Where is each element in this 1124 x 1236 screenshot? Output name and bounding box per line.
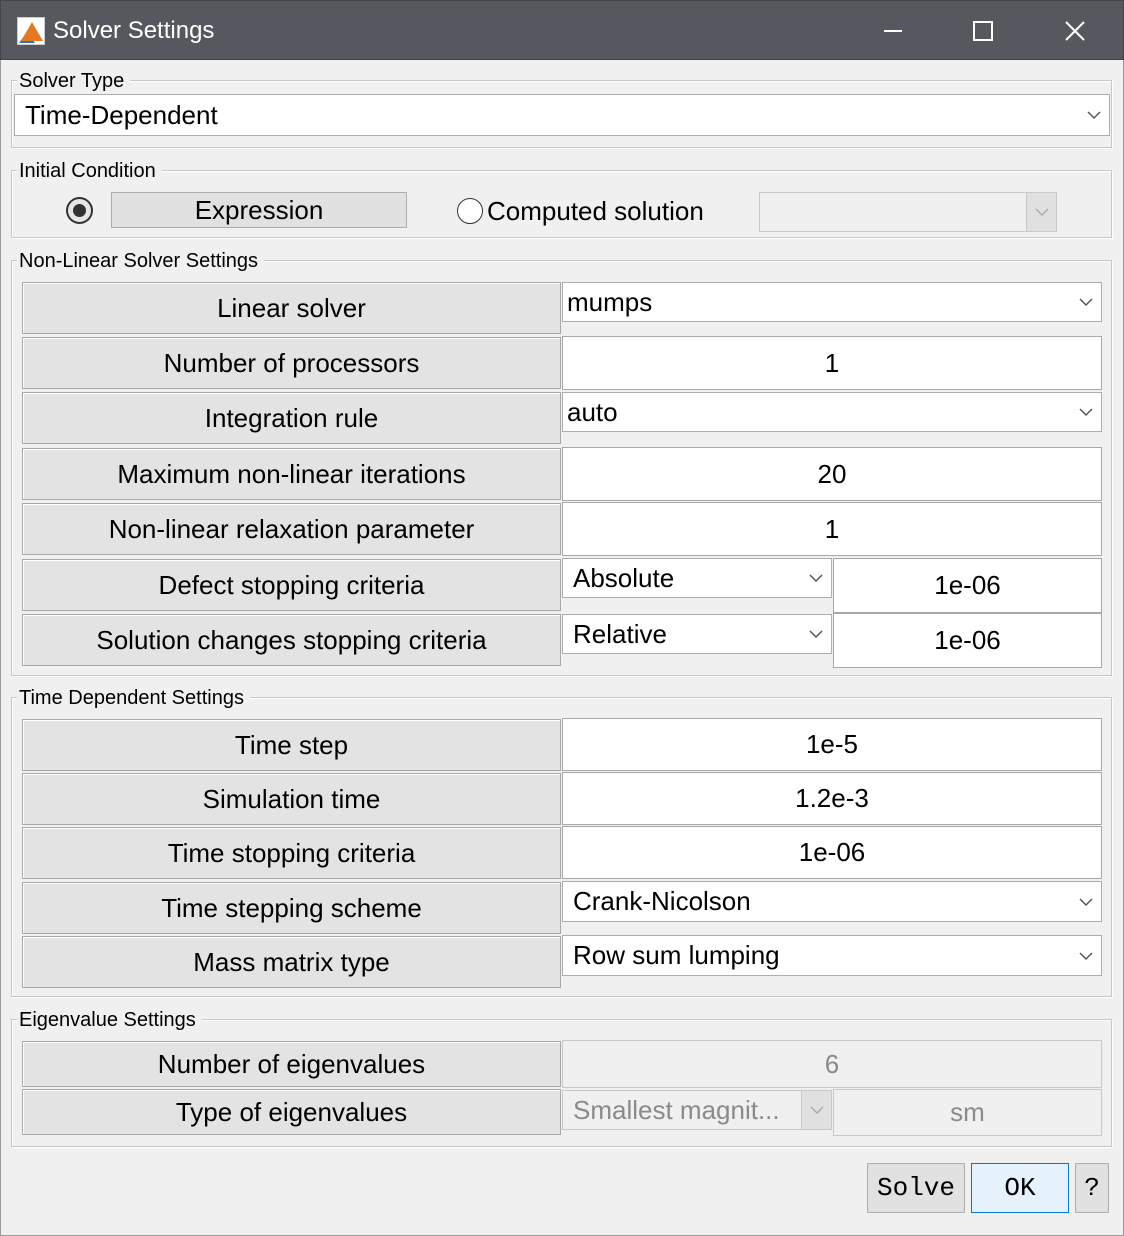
max-iterations-input[interactable]: 20 [562,447,1102,501]
time-dependent-group-label: Time Dependent Settings [17,687,250,709]
solve-button[interactable]: Solve [867,1163,965,1213]
solver-type-select[interactable]: Time-Dependent [14,94,1110,136]
integration-rule-select[interactable]: auto [562,392,1102,432]
linear-solver-select[interactable]: mumps [562,282,1102,322]
initial-condition-group-label: Initial Condition [17,160,162,182]
chevron-down-icon [801,615,831,653]
radio-dot-icon [73,204,86,217]
chevron-down-icon [1071,882,1101,921]
num-eigenvalues-input[interactable]: 6 [562,1040,1102,1088]
max-iterations-label: Maximum non-linear iterations [22,448,561,500]
integration-rule-label: Integration rule [22,392,561,444]
close-icon [1065,21,1085,41]
ok-button[interactable]: OK [971,1163,1069,1213]
type-eigenvalues-mode-value: Smallest magnit... [573,1094,780,1125]
linear-solver-label: Linear solver [22,282,561,334]
nonlinear-group-label: Non-Linear Solver Settings [17,250,265,272]
chevron-down-icon [1079,95,1109,135]
chevron-down-icon [1071,283,1101,321]
type-eigenvalues-select[interactable]: Smallest magnit... [562,1090,832,1130]
defect-stopping-mode-value: Absolute [573,562,675,593]
chevron-down-icon [1071,393,1101,431]
maximize-button[interactable] [937,1,1029,61]
chevron-down-icon [1026,193,1056,231]
num-eigenvalues-label: Number of eigenvalues [22,1041,561,1087]
computed-solution-radio[interactable] [457,198,483,224]
mass-matrix-label: Mass matrix type [22,936,561,988]
time-step-input[interactable]: 1e-5 [562,718,1102,771]
time-stopping-input[interactable]: 1e-06 [562,826,1102,879]
expression-radio[interactable] [66,197,93,224]
chevron-down-icon [801,1091,831,1129]
computed-solution-select[interactable] [759,192,1057,232]
relaxation-input[interactable]: 1 [562,502,1102,556]
solution-changes-mode-value: Relative [573,618,667,649]
time-stopping-label: Time stopping criteria [22,827,561,879]
title-bar[interactable]: Solver Settings [0,0,1124,60]
expression-button[interactable]: Expression [111,192,407,228]
mass-matrix-select[interactable]: Row sum lumping [562,935,1102,976]
time-step-label: Time step [22,719,561,771]
solver-type-group-label: Solver Type [17,70,131,92]
solution-changes-mode-select[interactable]: Relative [562,614,832,654]
defect-stopping-label: Defect stopping criteria [22,559,561,611]
defect-stopping-input[interactable]: 1e-06 [833,558,1102,613]
solution-changes-label: Solution changes stopping criteria [22,614,561,666]
chevron-down-icon [1071,936,1101,975]
minimize-button[interactable] [847,1,939,61]
minimize-icon [884,30,902,32]
stepping-scheme-label: Time stepping scheme [22,882,561,934]
chevron-down-icon [801,559,831,597]
matlab-logo-icon [17,17,45,45]
maximize-icon [973,21,993,41]
stepping-scheme-value: Crank-Nicolson [573,886,751,916]
solution-changes-input[interactable]: 1e-06 [833,613,1102,668]
computed-solution-label[interactable]: Computed solution [487,196,704,226]
num-processors-label: Number of processors [22,337,561,389]
help-button[interactable]: ? [1075,1163,1109,1213]
simulation-time-label: Simulation time [22,773,561,825]
linear-solver-value: mumps [567,286,653,317]
simulation-time-input[interactable]: 1.2e-3 [562,772,1102,825]
window-title: Solver Settings [53,17,215,44]
mass-matrix-value: Row sum lumping [573,940,780,970]
solver-type-value: Time-Dependent [25,99,218,130]
relaxation-label: Non-linear relaxation parameter [22,503,561,555]
integration-rule-value: auto [567,396,618,427]
type-eigenvalues-input[interactable]: sm [833,1089,1102,1136]
close-button[interactable] [1029,1,1121,61]
eigenvalue-group-label: Eigenvalue Settings [17,1009,202,1031]
stepping-scheme-select[interactable]: Crank-Nicolson [562,881,1102,922]
defect-stopping-mode-select[interactable]: Absolute [562,558,832,598]
num-processors-input[interactable]: 1 [562,336,1102,390]
type-eigenvalues-label: Type of eigenvalues [22,1089,561,1135]
